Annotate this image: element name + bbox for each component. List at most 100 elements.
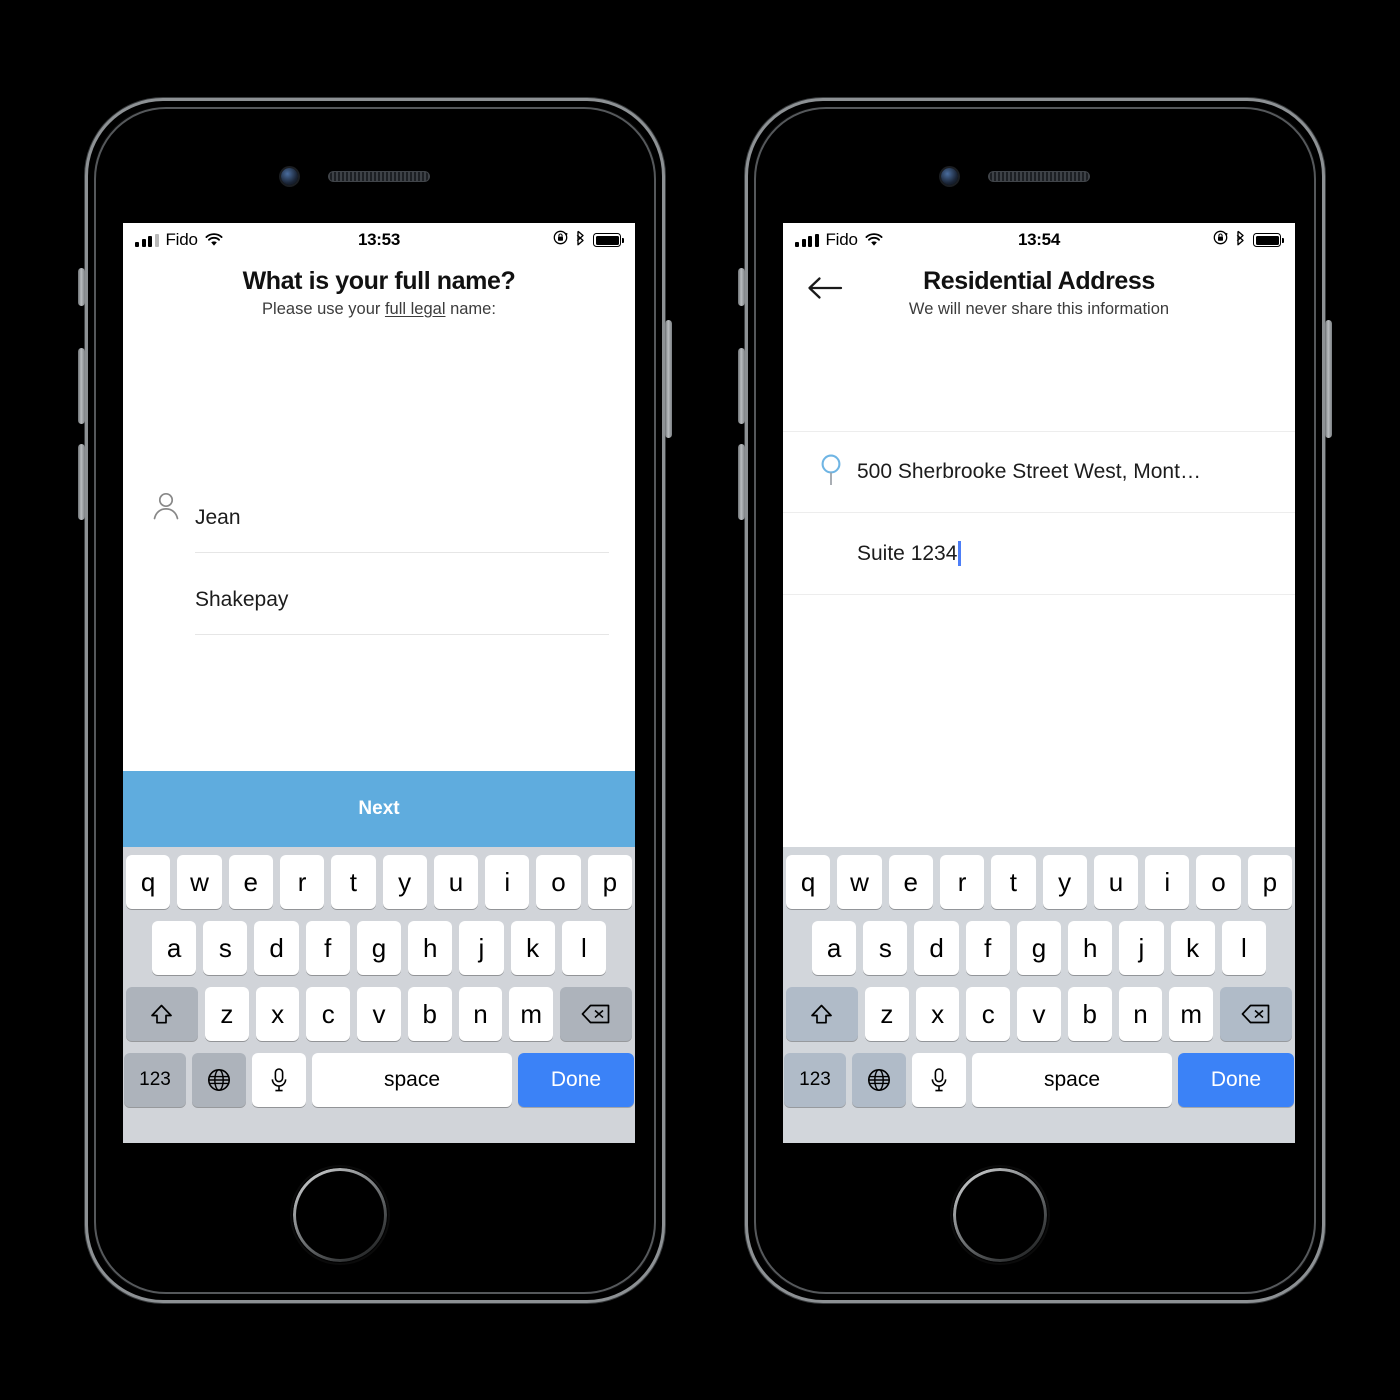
key-j[interactable]: j	[1119, 921, 1164, 975]
key-e[interactable]: e	[888, 855, 933, 909]
status-bar-clock: 13:54	[1018, 230, 1060, 249]
key-l[interactable]: l	[561, 921, 606, 975]
key-q[interactable]: q	[786, 855, 831, 909]
key-n[interactable]: n	[1118, 987, 1163, 1041]
key-r[interactable]: r	[939, 855, 985, 909]
key-n[interactable]: n	[458, 987, 503, 1041]
apartment-suite-field[interactable]: Suite 1234	[857, 542, 957, 566]
key-c[interactable]: c	[966, 987, 1011, 1041]
keyboard-row-1: q w e r t y u i o p	[126, 855, 632, 909]
status-bar: Fido 13:54	[783, 223, 1295, 257]
key-i[interactable]: i	[1145, 855, 1190, 909]
done-key[interactable]: Done	[518, 1053, 634, 1107]
globe-icon[interactable]	[852, 1053, 906, 1107]
key-y[interactable]: y	[1042, 855, 1087, 909]
home-button[interactable]	[950, 1165, 1050, 1265]
key-p[interactable]: p	[587, 855, 632, 909]
key-q[interactable]: q	[126, 855, 171, 909]
key-p[interactable]: p	[1247, 855, 1292, 909]
keyboard-row-2: a s d f g h j k l	[126, 921, 632, 975]
key-z[interactable]: z	[204, 987, 249, 1041]
mute-switch[interactable]	[738, 268, 745, 306]
key-d[interactable]: d	[254, 921, 299, 975]
battery-icon	[593, 233, 624, 247]
subtitle-emphasis: full legal	[384, 300, 446, 318]
status-bar: Fido 13:53	[123, 223, 635, 257]
person-icon	[149, 483, 195, 528]
key-f[interactable]: f	[305, 921, 350, 975]
key-c[interactable]: c	[306, 987, 351, 1041]
apartment-suite-row[interactable]: Suite 1234	[783, 513, 1295, 595]
full-name-form: Jean Shakepay	[123, 483, 635, 635]
volume-down-button[interactable]	[738, 444, 745, 520]
page-title: What is your full name?	[242, 267, 516, 295]
name-fields-row: Jean Shakepay	[149, 483, 609, 635]
space-key[interactable]: space	[312, 1053, 512, 1107]
key-x[interactable]: x	[255, 987, 300, 1041]
key-s[interactable]: s	[203, 921, 248, 975]
backspace-icon[interactable]	[1220, 987, 1293, 1041]
key-j[interactable]: j	[459, 921, 504, 975]
globe-icon[interactable]	[192, 1053, 246, 1107]
key-d[interactable]: d	[914, 921, 959, 975]
keyboard-row-1: q w e r t y u i o p	[786, 855, 1292, 909]
key-g[interactable]: g	[356, 921, 402, 975]
volume-down-button[interactable]	[78, 444, 85, 520]
key-g[interactable]: g	[1016, 921, 1062, 975]
key-z[interactable]: z	[864, 987, 909, 1041]
key-e[interactable]: e	[228, 855, 273, 909]
subtitle-part-2: name:	[445, 300, 496, 318]
key-u[interactable]: u	[433, 855, 479, 909]
numbers-key[interactable]: 123	[784, 1053, 846, 1107]
space-key[interactable]: space	[972, 1053, 1172, 1107]
shift-icon[interactable]	[125, 987, 198, 1041]
apartment-suite-field-wrapper[interactable]: Suite 1234	[857, 541, 961, 566]
backspace-icon[interactable]	[560, 987, 633, 1041]
key-s[interactable]: s	[863, 921, 908, 975]
key-w[interactable]: w	[177, 855, 222, 909]
power-button[interactable]	[1325, 320, 1332, 438]
key-r[interactable]: r	[279, 855, 325, 909]
key-l[interactable]: l	[1221, 921, 1266, 975]
key-m[interactable]: m	[1169, 987, 1214, 1041]
page-header: What is your full name? Please use your …	[123, 257, 635, 333]
key-h[interactable]: h	[408, 921, 453, 975]
key-b[interactable]: b	[407, 987, 452, 1041]
key-y[interactable]: y	[382, 855, 427, 909]
home-button[interactable]	[290, 1165, 390, 1265]
street-address-field[interactable]: 500 Sherbrooke Street West, Mont…	[857, 460, 1201, 484]
key-o[interactable]: o	[536, 855, 581, 909]
key-a[interactable]: a	[812, 921, 857, 975]
key-a[interactable]: a	[152, 921, 197, 975]
shift-icon[interactable]	[785, 987, 858, 1041]
volume-up-button[interactable]	[78, 348, 85, 424]
back-arrow-icon[interactable]	[807, 275, 843, 301]
volume-up-button[interactable]	[738, 348, 745, 424]
next-button[interactable]: Next	[123, 771, 635, 847]
numbers-key[interactable]: 123	[124, 1053, 186, 1107]
street-address-row[interactable]: 500 Sherbrooke Street West, Mont…	[783, 431, 1295, 513]
key-v[interactable]: v	[357, 987, 401, 1041]
key-u[interactable]: u	[1093, 855, 1139, 909]
microphone-icon[interactable]	[912, 1053, 966, 1107]
key-b[interactable]: b	[1067, 987, 1112, 1041]
key-t[interactable]: t	[991, 855, 1036, 909]
done-key[interactable]: Done	[1178, 1053, 1294, 1107]
key-k[interactable]: k	[1170, 921, 1215, 975]
key-x[interactable]: x	[915, 987, 960, 1041]
last-name-field[interactable]: Shakepay	[195, 565, 609, 635]
key-v[interactable]: v	[1017, 987, 1061, 1041]
power-button[interactable]	[665, 320, 672, 438]
key-i[interactable]: i	[485, 855, 530, 909]
first-name-field[interactable]: Jean	[195, 483, 609, 553]
key-w[interactable]: w	[837, 855, 882, 909]
key-m[interactable]: m	[509, 987, 554, 1041]
key-h[interactable]: h	[1068, 921, 1113, 975]
key-f[interactable]: f	[965, 921, 1010, 975]
microphone-icon[interactable]	[252, 1053, 306, 1107]
mute-switch[interactable]	[78, 268, 85, 306]
key-t[interactable]: t	[331, 855, 376, 909]
key-o[interactable]: o	[1196, 855, 1241, 909]
key-k[interactable]: k	[510, 921, 555, 975]
screen-right: Fido 13:54 Residential Address We will n…	[783, 223, 1295, 1143]
